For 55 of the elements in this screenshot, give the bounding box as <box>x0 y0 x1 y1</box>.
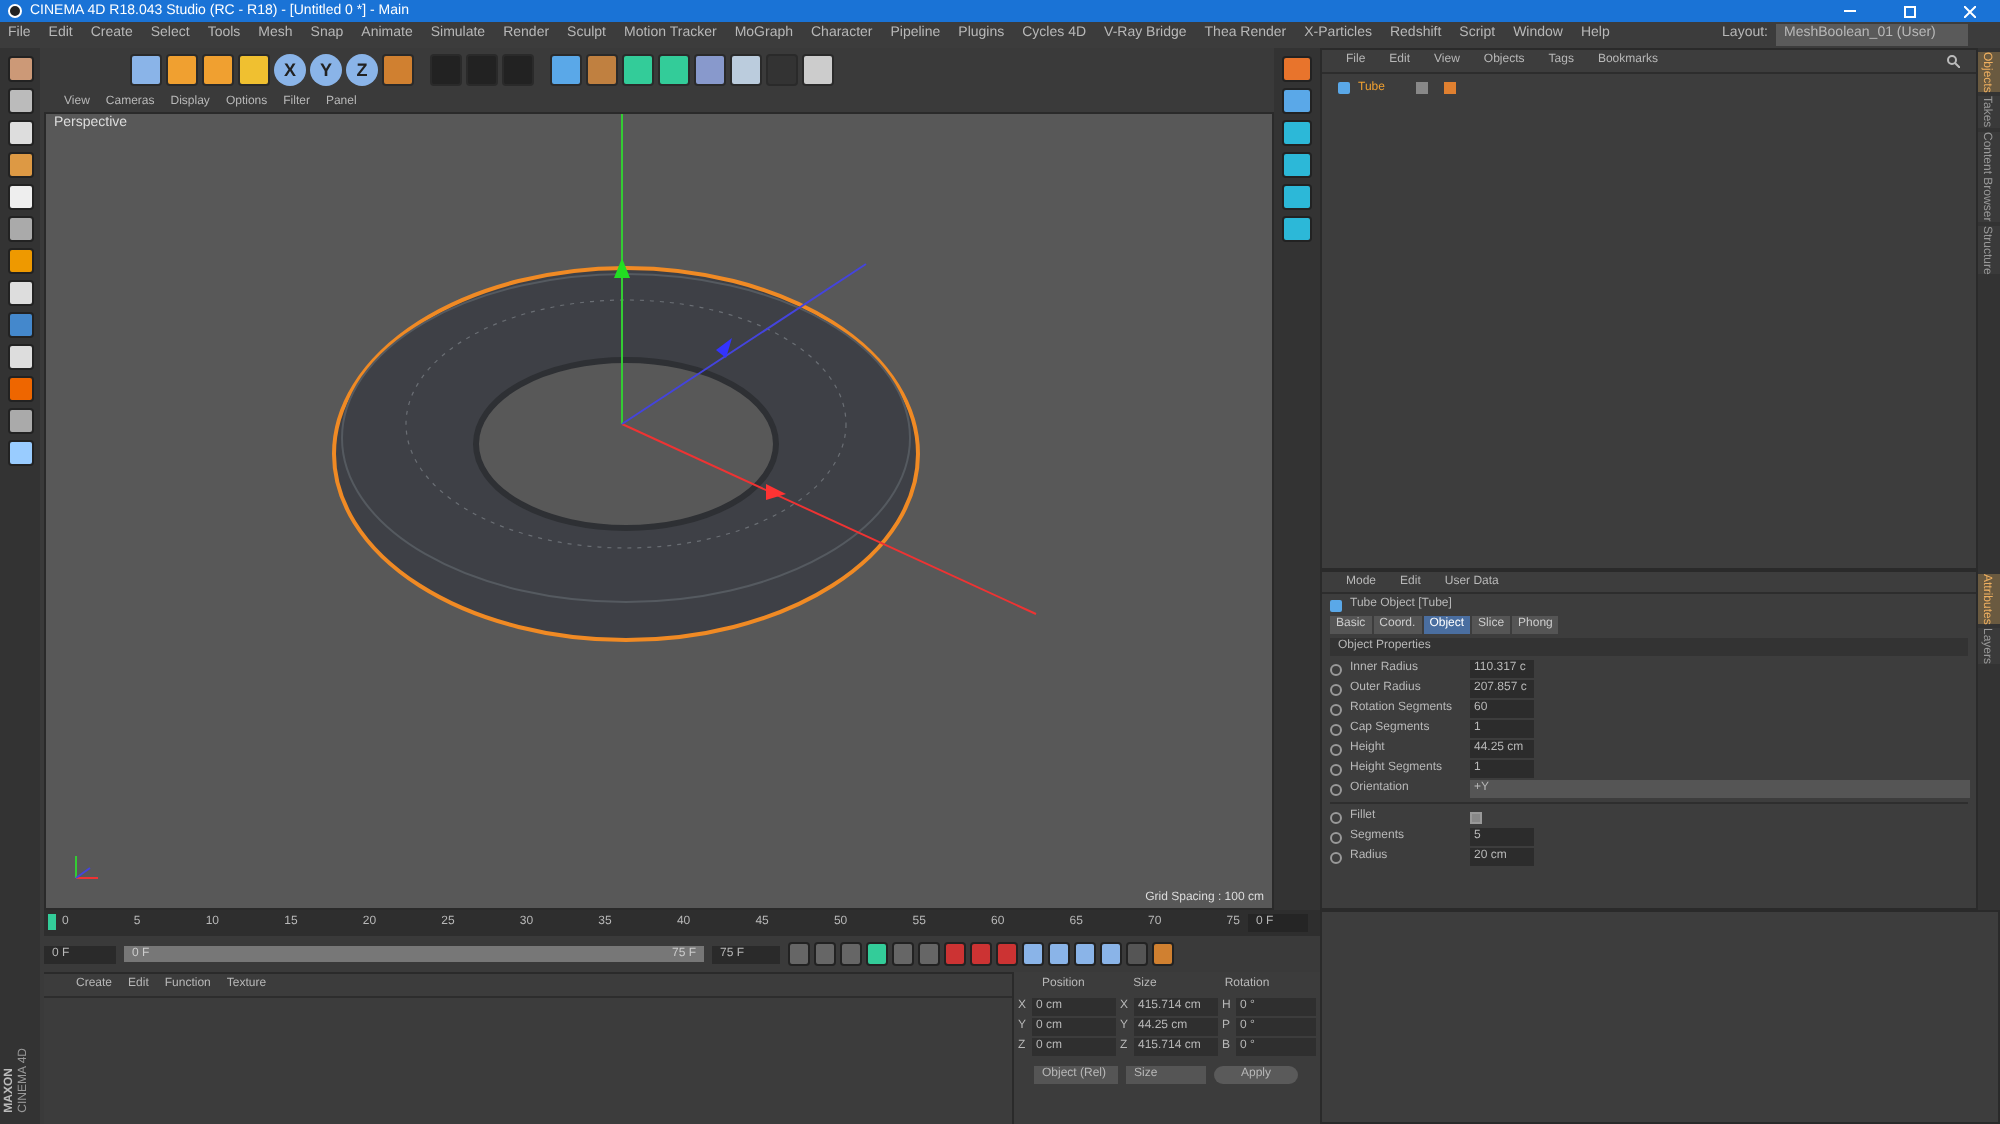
mode-icon[interactable] <box>1282 216 1312 242</box>
tool-icon[interactable] <box>7 440 33 466</box>
object-icon[interactable] <box>694 54 726 86</box>
tool-icon[interactable] <box>130 54 162 86</box>
visibility-icon[interactable] <box>1416 82 1429 94</box>
object-icon[interactable] <box>622 54 654 86</box>
object-icon[interactable] <box>586 54 618 86</box>
tool-icon[interactable] <box>7 408 33 434</box>
coordinate-system-icon[interactable] <box>382 54 414 86</box>
tag-icon <box>1444 82 1457 94</box>
playhead-marker[interactable] <box>48 914 56 930</box>
keyframe-icon[interactable] <box>970 942 992 966</box>
object-icon[interactable] <box>802 54 834 86</box>
object-icon[interactable] <box>658 54 690 86</box>
play-icon[interactable] <box>866 942 888 966</box>
tool-icon[interactable] <box>202 54 234 86</box>
tool-icon[interactable] <box>7 184 33 210</box>
tool-icon[interactable] <box>7 248 33 274</box>
axis-lock-button[interactable]: X <box>274 54 306 86</box>
playback-icon[interactable] <box>918 942 940 966</box>
playback-icon[interactable] <box>788 942 810 966</box>
tool-icon[interactable] <box>7 280 33 306</box>
keyframe-icon[interactable] <box>944 942 966 966</box>
maximize-icon[interactable] <box>1904 5 1916 17</box>
mode-icon[interactable] <box>1282 152 1312 178</box>
mode-icon[interactable] <box>1282 184 1312 210</box>
axis-lock-button[interactable]: Z <box>346 54 378 86</box>
keyframe-icon[interactable] <box>996 942 1018 966</box>
tool-icon[interactable] <box>7 152 33 178</box>
object-icon[interactable] <box>550 54 582 86</box>
tool-icon[interactable] <box>7 120 33 146</box>
keyframe-icon[interactable] <box>1074 942 1096 966</box>
search-icon[interactable] <box>1946 54 1960 68</box>
tool-icon[interactable] <box>7 344 33 370</box>
keyframe-icon[interactable] <box>1152 942 1174 966</box>
keyframe-icon[interactable] <box>1048 942 1070 966</box>
keyframe-icon[interactable] <box>1100 942 1122 966</box>
mode-icon[interactable] <box>1282 56 1312 82</box>
checkbox[interactable] <box>1470 811 1482 823</box>
tool-icon[interactable] <box>166 54 198 86</box>
tool-icon[interactable] <box>7 216 33 242</box>
tube-object-icon <box>1338 82 1350 94</box>
world-axis-icon <box>70 852 102 884</box>
playback-icon[interactable] <box>814 942 836 966</box>
axis-lock-button[interactable]: Y <box>310 54 342 86</box>
tube-object-icon <box>1330 599 1342 611</box>
object-icon[interactable] <box>730 54 762 86</box>
tool-icon[interactable] <box>7 56 33 82</box>
tool-icon[interactable] <box>238 54 270 86</box>
keyframe-icon[interactable] <box>1022 942 1044 966</box>
mode-icon[interactable] <box>1282 120 1312 146</box>
close-icon[interactable] <box>1964 5 1976 17</box>
app-icon <box>8 4 22 18</box>
mode-icon[interactable] <box>1282 88 1312 114</box>
tool-icon[interactable] <box>7 88 33 114</box>
